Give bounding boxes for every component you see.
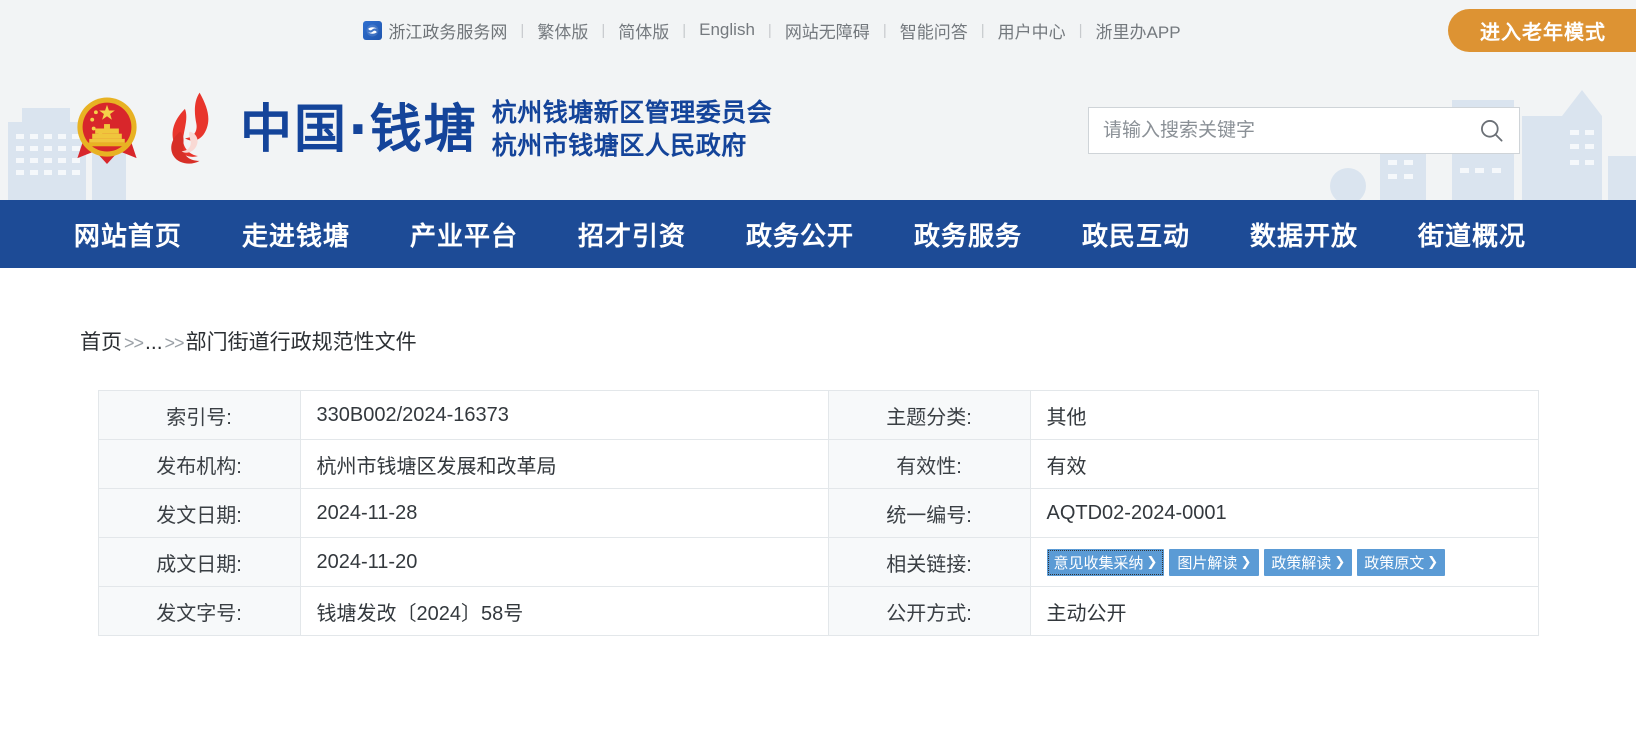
separator: |	[882, 21, 887, 39]
link-chip-label: 图片解读	[1177, 554, 1238, 572]
chevron-right-icon: ❯	[1334, 554, 1346, 569]
elder-mode-button[interactable]: 进入老年模式	[1448, 9, 1636, 52]
breadcrumb-separator: >>	[124, 333, 144, 353]
link-chip-opinion-collection[interactable]: 意见收集采纳 ❯	[1046, 548, 1165, 576]
smart-qa-link[interactable]: 智能问答	[900, 18, 968, 43]
zhelib-app-link[interactable]: 浙里办APP	[1096, 18, 1181, 43]
lang-english-link[interactable]: English	[699, 20, 755, 40]
search-icon	[1480, 120, 1503, 142]
zhejiang-gov-portal-link[interactable]: 浙江政务服务网	[363, 18, 507, 43]
main-navigation: 网站首页 走进钱塘 产业平台 招才引资 政务公开 政务服务 政民互动 数据开放 …	[0, 200, 1636, 268]
breadcrumb-ellipsis[interactable]: ...	[145, 331, 163, 355]
row-label-validity: 有效性:	[828, 439, 1031, 489]
row-label-unified-number: 统一编号:	[828, 488, 1031, 538]
separator: |	[520, 21, 525, 39]
content-card: 首页 >> ... >> 部门街道行政规范性文件 索引号: 330B002/20…	[72, 286, 1564, 636]
accessibility-link[interactable]: 网站无障碍	[785, 18, 870, 43]
zhejiang-gov-portal-label: 浙江政务服务网	[388, 22, 508, 42]
nav-item-talent-investment[interactable]: 招才引资	[548, 216, 716, 253]
main-navigation-items: 网站首页 走进钱塘 产业平台 招才引资 政务公开 政务服务 政民互动 数据开放 …	[44, 216, 1556, 253]
table-row: 发文日期: 2024-11-28 统一编号: AQTD02-2024-0001	[98, 488, 1539, 538]
nav-item-home[interactable]: 网站首页	[44, 216, 212, 253]
breadcrumb: 首页 >> ... >> 部门街道行政规范性文件	[72, 326, 1564, 390]
row-label-disclosure-method: 公开方式:	[828, 586, 1031, 636]
top-utility-bar: 浙江政务服务网 | 繁体版 | 简体版 | English | 网站无障碍 | …	[0, 0, 1636, 60]
search-button[interactable]	[1463, 108, 1519, 153]
qiantang-flame-logo-icon	[171, 92, 209, 164]
link-chip-policy-original-text[interactable]: 政策原文 ❯	[1357, 548, 1446, 576]
link-chip-label: 意见收集采纳	[1053, 554, 1144, 572]
separator: |	[682, 21, 687, 39]
link-chip-label: 政策解读	[1271, 554, 1332, 572]
row-label-drafting-date: 成文日期:	[98, 537, 301, 587]
lang-simplified-link[interactable]: 简体版	[618, 18, 669, 43]
breadcrumb-home-link[interactable]: 首页	[80, 326, 122, 356]
brand-subtitle-line-2: 杭州市钱塘区人民政府	[491, 132, 747, 160]
nav-item-gov-services[interactable]: 政务服务	[884, 216, 1052, 253]
nav-item-open-data[interactable]: 数据开放	[1220, 216, 1388, 253]
site-search-box	[1088, 107, 1520, 154]
row-value-unified-number: AQTD02-2024-0001	[1030, 488, 1539, 538]
top-utility-links: 浙江政务服务网 | 繁体版 | 简体版 | English | 网站无障碍 | …	[363, 18, 1181, 43]
separator: |	[601, 21, 606, 39]
separator: |	[767, 21, 772, 39]
row-value-drafting-date: 2024-11-20	[300, 537, 829, 587]
search-input[interactable]	[1089, 119, 1463, 142]
separator: |	[980, 21, 985, 39]
table-row: 成文日期: 2024-11-20 相关链接: 意见收集采纳 ❯ 图片解读 ❯ 政…	[98, 537, 1539, 587]
row-label-topic-category: 主题分类:	[828, 390, 1031, 440]
brand-title: 中国·钱塘	[240, 100, 478, 160]
link-chip-policy-interpretation[interactable]: 政策解读 ❯	[1264, 548, 1353, 576]
row-label-related-links: 相关链接:	[828, 537, 1031, 587]
link-chip-label: 政策原文	[1364, 554, 1425, 572]
nav-item-industry-platform[interactable]: 产业平台	[380, 216, 548, 253]
breadcrumb-current: 部门街道行政规范性文件	[185, 331, 417, 354]
row-label-index-number: 索引号:	[98, 390, 301, 440]
page-content: 首页 >> ... >> 部门街道行政规范性文件 索引号: 330B002/20…	[0, 268, 1636, 636]
link-chip-image-interpretation[interactable]: 图片解读 ❯	[1169, 548, 1260, 576]
row-value-issuing-agency: 杭州市钱塘区发展和改革局	[300, 439, 829, 489]
row-label-issuing-agency: 发布机构:	[98, 439, 301, 489]
breadcrumb-separator: >>	[164, 333, 185, 353]
row-label-document-number: 发文字号:	[98, 586, 301, 636]
chevron-right-icon: ❯	[1427, 554, 1439, 569]
site-header: 中国·钱塘 杭州钱塘新区管理委员会 杭州市钱塘区人民政府	[0, 60, 1636, 200]
lang-traditional-link[interactable]: 繁体版	[537, 18, 588, 43]
row-value-topic-category: 其他	[1030, 390, 1539, 440]
nav-item-about-qiantang[interactable]: 走进钱塘	[212, 216, 380, 253]
chevron-right-icon: ❯	[1240, 554, 1252, 569]
row-value-issue-date: 2024-11-28	[300, 488, 829, 538]
chevron-right-icon: ❯	[1146, 554, 1158, 569]
row-value-disclosure-method: 主动公开	[1030, 586, 1539, 636]
row-value-document-number: 钱塘发改〔2024〕58号	[300, 586, 829, 636]
table-row: 索引号: 330B002/2024-16373 主题分类: 其他	[98, 390, 1539, 440]
user-center-link[interactable]: 用户中心	[998, 18, 1066, 43]
document-metadata-table: 索引号: 330B002/2024-16373 主题分类: 其他 发布机构: 杭…	[97, 390, 1539, 636]
row-value-related-links: 意见收集采纳 ❯ 图片解读 ❯ 政策解读 ❯ 政策原文 ❯	[1030, 537, 1539, 587]
zhejiang-gov-badge-icon	[363, 20, 383, 40]
row-value-index-number: 330B002/2024-16373	[300, 390, 829, 440]
table-row: 发文字号: 钱塘发改〔2024〕58号 公开方式: 主动公开	[98, 586, 1539, 636]
nav-item-gov-disclosure[interactable]: 政务公开	[716, 216, 884, 253]
nav-item-public-interaction[interactable]: 政民互动	[1052, 216, 1220, 253]
row-label-issue-date: 发文日期:	[98, 488, 301, 538]
table-row: 发布机构: 杭州市钱塘区发展和改革局 有效性: 有效	[98, 439, 1539, 489]
row-value-validity: 有效	[1030, 439, 1539, 489]
separator: |	[1078, 21, 1083, 39]
brand-subtitle: 杭州钱塘新区管理委员会 杭州市钱塘区人民政府	[492, 97, 773, 163]
related-links-group: 意见收集采纳 ❯ 图片解读 ❯ 政策解读 ❯ 政策原文 ❯	[1046, 548, 1538, 576]
brand-subtitle-line-1: 杭州钱塘新区管理委员会	[491, 99, 773, 127]
nav-item-street-overview[interactable]: 街道概况	[1388, 216, 1556, 253]
china-national-emblem-icon	[77, 97, 137, 165]
